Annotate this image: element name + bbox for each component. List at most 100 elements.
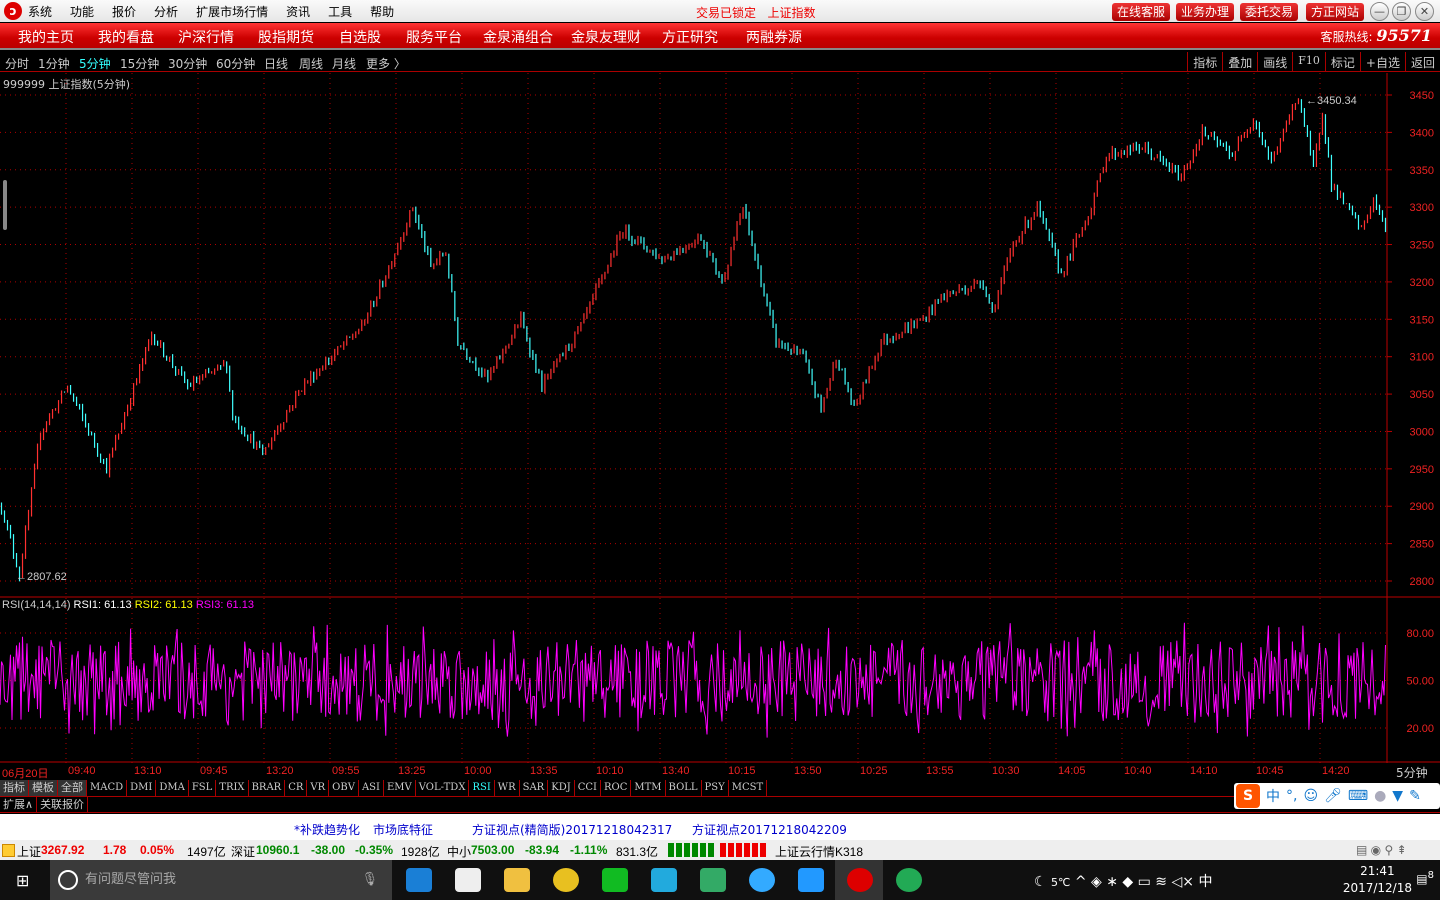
minimize-icon[interactable]: —: [1370, 2, 1389, 21]
period-60min[interactable]: 60分钟: [216, 55, 255, 72]
indicator-tab-vr[interactable]: VR: [307, 780, 330, 796]
music-icon[interactable]: [553, 868, 579, 892]
news-item[interactable]: 方证视点(精简版)20171218042317: [472, 821, 672, 838]
indicator-tab-kdj[interactable]: KDJ: [548, 780, 575, 796]
menu-analysis[interactable]: 分析: [154, 3, 178, 20]
news-item[interactable]: 市场底特征: [373, 821, 433, 838]
indicator-tab-boll[interactable]: BOLL: [666, 780, 702, 796]
period-1min[interactable]: 1分钟: [38, 55, 70, 72]
store-icon[interactable]: [455, 868, 481, 892]
indicator-tab-obv[interactable]: OBV: [329, 780, 359, 796]
keyboard-icon[interactable]: ⌨: [1348, 788, 1368, 804]
indicator-tab-asi[interactable]: ASI: [359, 780, 384, 796]
nav-home[interactable]: 我的主页: [18, 27, 74, 47]
edge-icon[interactable]: [406, 868, 432, 892]
nav-market[interactable]: 沪深行情: [178, 27, 234, 47]
nav-margin[interactable]: 两融券源: [746, 27, 802, 47]
menu-ext-market[interactable]: 扩展市场行情: [196, 3, 268, 20]
sogou-logo-icon[interactable]: S: [1236, 784, 1260, 808]
period-month[interactable]: 月线: [332, 55, 356, 72]
price-chart[interactable]: 3450 3400 3350 3300 3250 3200 3150 3100 3050 3000…: [0, 73, 1440, 763]
mic-icon[interactable]: 🎙︎: [361, 860, 378, 900]
indicator-tab-mcst[interactable]: MCST: [729, 780, 768, 796]
nav-watch[interactable]: 我的看盘: [98, 27, 154, 47]
tool-indicator[interactable]: 指标: [1187, 52, 1222, 72]
indicator-tab-rsi[interactable]: RSI: [469, 780, 495, 796]
indicator-tab-psy[interactable]: PSY: [702, 780, 729, 796]
tool-overlay[interactable]: 叠加: [1222, 52, 1257, 72]
founder-app-icon[interactable]: [847, 868, 873, 892]
nav-futures[interactable]: 股指期货: [258, 27, 314, 47]
video-player-icon[interactable]: [651, 868, 677, 892]
tray-icons[interactable]: ▤ ◉ ⚲ ⇞: [1356, 843, 1407, 857]
app-icon[interactable]: [602, 868, 628, 892]
ie-icon[interactable]: [749, 868, 775, 892]
indicator-tab-指标[interactable]: 指标: [0, 780, 29, 796]
expand-button[interactable]: 扩展∧: [0, 797, 38, 812]
emoji-icon[interactable]: ☺: [1303, 788, 1318, 804]
business-button[interactable]: 业务办理: [1176, 3, 1235, 21]
indicator-tab-roc[interactable]: ROC: [601, 780, 632, 796]
indicator-tab-macd[interactable]: MACD: [87, 780, 128, 796]
user-icon[interactable]: ●: [1374, 788, 1386, 804]
period-day[interactable]: 日线: [264, 55, 288, 72]
wrench-icon[interactable]: ✎: [1409, 788, 1421, 804]
indicator-tab-dma[interactable]: DMA: [156, 780, 189, 796]
indicator-tab-vol-tdx[interactable]: VOL-TDX: [416, 780, 470, 796]
wps-icon[interactable]: [798, 868, 824, 892]
menu-news[interactable]: 资讯: [286, 3, 310, 20]
related-quotes-button[interactable]: 关联报价: [37, 797, 89, 812]
app-icon[interactable]: [700, 868, 726, 892]
tray-ime[interactable]: 中: [1198, 874, 1212, 890]
skin-icon[interactable]: ▼: [1392, 788, 1403, 804]
system-tray[interactable]: ☾ 5℃ ^ ◈ ∗ ◆ ▭ ≋ ◁× 中: [1034, 871, 1212, 891]
indicator-tab-模板[interactable]: 模板: [29, 780, 58, 796]
indicator-tab-fsl[interactable]: FSL: [189, 780, 217, 796]
menu-help[interactable]: 帮助: [370, 3, 394, 20]
notification-icon[interactable]: ▤8: [1416, 870, 1434, 886]
menu-system[interactable]: 系统: [28, 3, 52, 20]
cortana-search[interactable]: 有问题尽管问我 🎙︎: [50, 860, 392, 900]
tool-draw[interactable]: 画线: [1257, 52, 1292, 72]
globe-icon[interactable]: [896, 868, 922, 892]
news-item[interactable]: *补跌趋势化: [294, 821, 360, 838]
online-service-button[interactable]: 在线客服: [1112, 3, 1171, 21]
period-more[interactable]: 更多 〉: [366, 55, 406, 72]
indicator-tab-sar[interactable]: SAR: [520, 780, 549, 796]
indicator-tab-wr[interactable]: WR: [495, 780, 520, 796]
file-explorer-icon[interactable]: [504, 868, 530, 892]
nav-finance[interactable]: 金泉友理财: [571, 27, 641, 47]
tool-mark[interactable]: 标记: [1324, 52, 1360, 72]
indicator-tab-cci[interactable]: CCI: [575, 780, 601, 796]
ime-punct[interactable]: °,: [1286, 788, 1297, 804]
indicator-tab-mtm[interactable]: MTM: [631, 780, 666, 796]
nav-favorites[interactable]: 自选股: [339, 27, 381, 47]
nav-service[interactable]: 服务平台: [406, 27, 462, 47]
period-intraday[interactable]: 分时: [5, 55, 29, 72]
tool-add-favorite[interactable]: +自选: [1359, 52, 1405, 72]
news-item[interactable]: 方证视点20171218042209: [692, 821, 847, 838]
menu-function[interactable]: 功能: [70, 3, 94, 20]
indicator-tab-trix[interactable]: TRIX: [216, 780, 249, 796]
windows-start-icon[interactable]: ⊞: [16, 871, 29, 890]
trade-button[interactable]: 委托交易: [1240, 3, 1299, 21]
clock[interactable]: 21:41 2017/12/18: [1343, 863, 1412, 897]
nav-research[interactable]: 方正研究: [662, 27, 718, 47]
indicator-tab-dmi[interactable]: DMI: [127, 780, 157, 796]
period-5min[interactable]: 5分钟: [79, 55, 111, 72]
website-button[interactable]: 方正网站: [1306, 3, 1365, 21]
menu-quote[interactable]: 报价: [112, 3, 136, 20]
mic-icon[interactable]: 🎤︎: [1324, 788, 1342, 804]
nav-portfolio[interactable]: 金泉涌组合: [483, 27, 553, 47]
indicator-tab-全部[interactable]: 全部: [58, 780, 87, 796]
period-week[interactable]: 周线: [299, 55, 323, 72]
ime-mode[interactable]: 中: [1266, 786, 1280, 806]
indicator-tab-brar[interactable]: BRAR: [249, 780, 286, 796]
period-30min[interactable]: 30分钟: [168, 55, 207, 72]
menu-tools[interactable]: 工具: [328, 3, 352, 20]
period-15min[interactable]: 15分钟: [120, 55, 159, 72]
tool-f10[interactable]: F10: [1292, 52, 1325, 72]
close-icon[interactable]: ✕: [1415, 2, 1434, 21]
restore-icon[interactable]: ❐: [1392, 2, 1411, 21]
indicator-tab-emv[interactable]: EMV: [384, 780, 416, 796]
